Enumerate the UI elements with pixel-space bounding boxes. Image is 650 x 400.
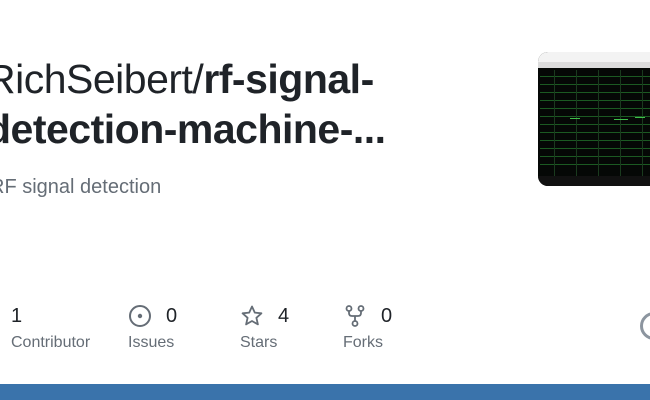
issues-label: Issues: [128, 334, 175, 351]
repo-name-line1[interactable]: rf-signal-: [203, 56, 374, 102]
issues-count: 0: [166, 304, 178, 327]
forks-stat[interactable]: 0 Forks: [343, 302, 392, 352]
repo-forked-icon: [343, 304, 367, 328]
stars-stat[interactable]: 4 Stars: [240, 302, 289, 352]
repo-description: RF signal detection: [0, 176, 162, 198]
contributors-stat[interactable]: 1 Contributor: [11, 302, 90, 352]
repo-name-line2[interactable]: detection-machine-...: [0, 106, 386, 152]
repo-owner[interactable]: RichSeibert/: [0, 56, 204, 102]
contributors-count: 1: [11, 304, 23, 327]
issue-opened-icon: [128, 304, 152, 328]
stars-label: Stars: [240, 334, 278, 351]
star-icon: [240, 304, 264, 328]
repo-preview-image: [538, 52, 650, 186]
owner-avatar[interactable]: [640, 312, 650, 340]
repo-title[interactable]: RichSeibert/rf-signal- detection-machine…: [0, 54, 506, 154]
forks-count: 0: [381, 304, 393, 327]
accent-bar: [0, 384, 650, 400]
issues-stat[interactable]: 0 Issues: [128, 302, 177, 352]
forks-label: Forks: [343, 334, 383, 351]
contributors-label: Contributor: [11, 334, 91, 351]
stars-count: 4: [278, 304, 290, 327]
